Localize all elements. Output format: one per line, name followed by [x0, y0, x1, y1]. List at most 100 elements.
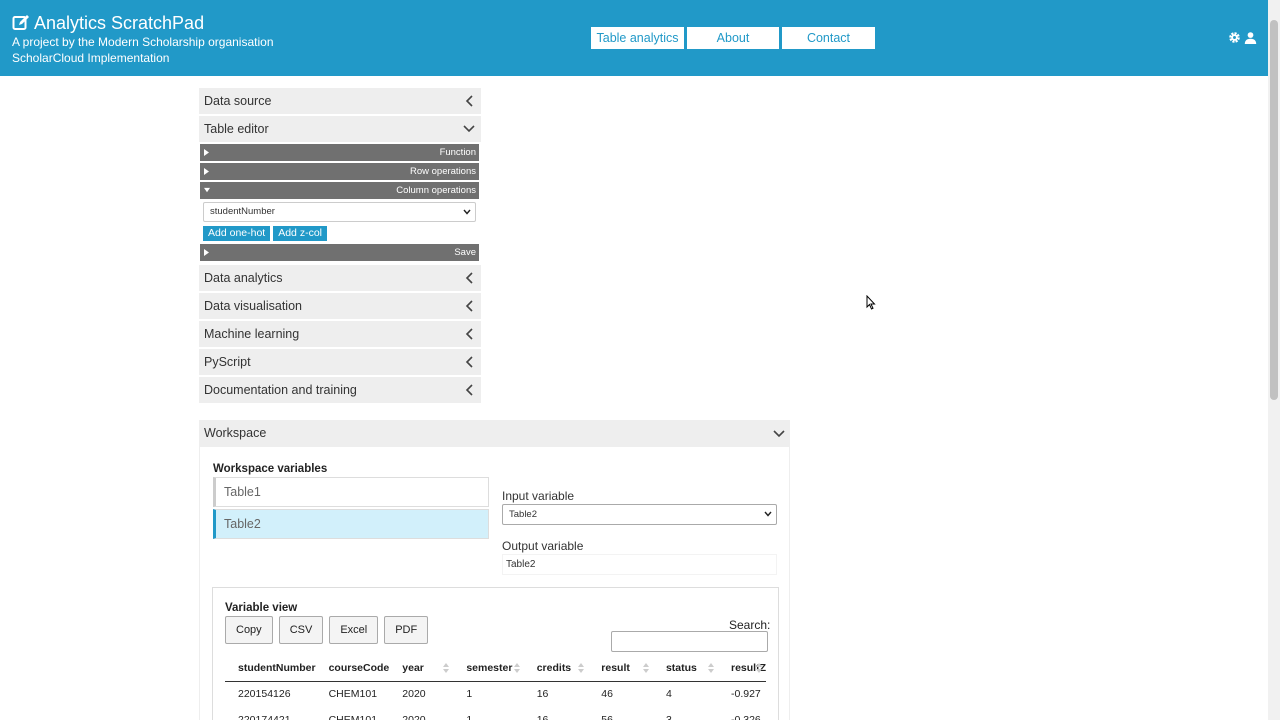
- search-input[interactable]: [611, 631, 768, 652]
- pdf-button[interactable]: PDF: [384, 616, 429, 644]
- variable-item-table1[interactable]: Table1: [213, 477, 489, 507]
- column-select[interactable]: studentNumber: [203, 202, 476, 222]
- table-cell: 2020: [402, 714, 426, 720]
- menu-data-source[interactable]: Data source: [199, 88, 481, 114]
- table-cell: -0.927: [730, 688, 761, 701]
- submenu-save[interactable]: Save: [200, 244, 479, 261]
- header-icons: [1228, 31, 1260, 44]
- column-header-label: courseCode: [328, 661, 390, 674]
- menu-label: Data analytics: [204, 271, 283, 285]
- table-cell: CHEM101: [328, 688, 378, 701]
- sort-icon: [443, 663, 450, 673]
- top-nav: Table analytics About Contact: [591, 27, 878, 49]
- side-menu: Data source Table editor Function Row op…: [199, 88, 481, 405]
- column-header-studentnumber[interactable]: studentNumber: [225, 655, 316, 682]
- nav-contact[interactable]: Contact: [782, 27, 875, 49]
- column-header-label: credits: [536, 661, 572, 674]
- chevron-down-icon: [463, 125, 475, 133]
- table-header-row: studentNumber courseCode year semester c…: [225, 655, 766, 682]
- column-ops-buttons: Add one-hot Add z-col: [203, 226, 481, 241]
- chevron-left-icon: [465, 272, 473, 284]
- chevron-left-icon: [465, 300, 473, 312]
- data-table: studentNumber courseCode year semester c…: [225, 655, 766, 720]
- sort-icon: [642, 663, 649, 673]
- menu-table-editor[interactable]: Table editor: [199, 116, 481, 142]
- chevron-left-icon: [465, 328, 473, 340]
- table-cell: 1: [466, 688, 473, 701]
- brand: Analytics ScratchPad A project by the Mo…: [12, 12, 274, 66]
- column-header-resultz[interactable]: resultZ: [717, 655, 766, 682]
- nav-about[interactable]: About: [687, 27, 779, 49]
- workspace-header[interactable]: Workspace: [199, 420, 790, 447]
- sort-icon: [756, 663, 762, 673]
- column-select-value: studentNumber: [210, 206, 275, 217]
- table-row[interactable]: 220174421 CHEM101 2020 1 16 56 3 -0.326: [225, 707, 766, 720]
- workspace-variables-title: Workspace variables: [213, 463, 328, 475]
- submenu-row-operations[interactable]: Row operations: [200, 163, 479, 180]
- menu-machine-learning[interactable]: Machine learning: [199, 321, 481, 347]
- variable-view-title: Variable view: [225, 602, 298, 614]
- menu-data-visualisation[interactable]: Data visualisation: [199, 293, 481, 319]
- gear-icon[interactable]: [1228, 31, 1241, 44]
- table-cell: 1: [466, 714, 473, 720]
- nav-table-analytics[interactable]: Table analytics: [591, 27, 684, 49]
- table-cell: 46: [601, 688, 613, 701]
- variable-item-table2[interactable]: Table2: [213, 509, 489, 539]
- column-header-label: studentNumber: [238, 661, 316, 674]
- output-variable-label: Output variable: [502, 539, 584, 553]
- column-header-coursecode[interactable]: courseCode: [315, 655, 390, 682]
- column-header-label: year: [402, 661, 424, 674]
- edit-icon: [12, 15, 29, 30]
- workspace-body: Workspace variables Table1 Table2 Input …: [199, 447, 790, 720]
- submenu-label: Column operations: [396, 185, 476, 196]
- table-cell: 16: [536, 714, 549, 720]
- sort-icon: [513, 663, 520, 673]
- input-variable-value: Table2: [509, 509, 537, 520]
- page-scrollbar[interactable]: [1268, 0, 1280, 720]
- table-cell: CHEM101: [328, 714, 378, 720]
- submenu-label: Row operations: [409, 166, 476, 177]
- caret-right-icon: [204, 168, 209, 175]
- menu-label: PyScript: [204, 355, 251, 369]
- sort-icon: [578, 663, 585, 673]
- table-cell: 2020: [402, 688, 426, 701]
- app-subtitle-impl: ScholarCloud Implementation: [12, 51, 170, 65]
- copy-button[interactable]: Copy: [225, 616, 273, 644]
- table-row[interactable]: 220154126 CHEM101 2020 1 16 46 4 -0.927: [225, 681, 766, 707]
- menu-label: Documentation and training: [204, 383, 357, 397]
- table-cell: 16: [536, 688, 549, 701]
- scrollbar-thumb[interactable]: [1270, 20, 1278, 400]
- mouse-cursor-icon: [866, 295, 876, 310]
- menu-data-analytics[interactable]: Data analytics: [199, 265, 481, 291]
- menu-documentation[interactable]: Documentation and training: [199, 377, 481, 403]
- submenu-function[interactable]: Function: [200, 144, 479, 161]
- chevron-left-icon: [465, 95, 473, 107]
- column-header-label: result: [601, 661, 630, 674]
- caret-down-icon: [204, 187, 210, 193]
- add-one-hot-button[interactable]: Add one-hot: [203, 226, 271, 241]
- output-variable-input[interactable]: Table2: [502, 554, 777, 575]
- add-z-col-button[interactable]: Add z-col: [273, 226, 327, 241]
- app-header: Analytics ScratchPad A project by the Mo…: [0, 0, 1268, 76]
- chevron-down-icon: [764, 511, 772, 517]
- csv-button[interactable]: CSV: [278, 616, 324, 644]
- user-icon[interactable]: [1244, 31, 1257, 44]
- table-cell: -0.326: [730, 714, 761, 720]
- table-cell: 220154126: [238, 688, 291, 701]
- workspace-variable-list: Table1 Table2: [213, 477, 489, 541]
- column-header-semester[interactable]: semester: [453, 655, 524, 682]
- column-header-result[interactable]: result: [588, 655, 653, 682]
- input-variable-select[interactable]: Table2: [502, 504, 777, 525]
- column-header-status[interactable]: status: [652, 655, 718, 682]
- app-title[interactable]: Analytics ScratchPad: [12, 12, 274, 34]
- chevron-left-icon: [465, 384, 473, 396]
- submenu-column-operations[interactable]: Column operations: [200, 182, 479, 199]
- app-subtitle-org: A project by the Modern Scholarship orga…: [12, 35, 274, 49]
- excel-button[interactable]: Excel: [329, 616, 379, 644]
- table-cell: 56: [601, 714, 613, 720]
- menu-pyscript[interactable]: PyScript: [199, 349, 481, 375]
- app-title-text: Analytics ScratchPad: [34, 13, 205, 33]
- column-header-credits[interactable]: credits: [523, 655, 589, 682]
- column-header-year[interactable]: year: [389, 655, 454, 682]
- column-header-label: status: [665, 661, 697, 674]
